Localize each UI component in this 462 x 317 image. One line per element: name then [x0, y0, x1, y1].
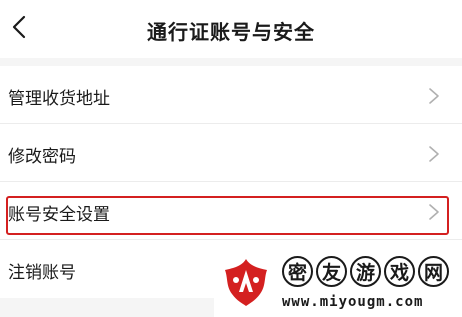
menu-item-address[interactable]: 管理收货地址	[0, 66, 462, 124]
menu-item-label: 修改密码	[8, 147, 76, 167]
watermark-logo-icon	[225, 259, 267, 306]
watermark-char: 游	[350, 256, 381, 287]
menu-item-change-password[interactable]: 修改密码	[0, 124, 462, 182]
watermark: 密 友 游 戏 网 www.miyougm.com	[214, 252, 462, 317]
watermark-char: 戏	[384, 256, 415, 287]
menu-item-label: 账号安全设置	[8, 205, 110, 225]
menu-item-account-security[interactable]: 账号安全设置	[0, 182, 462, 240]
chevron-right-icon	[429, 88, 439, 104]
watermark-url: www.miyougm.com	[282, 294, 424, 310]
chevron-right-icon	[429, 204, 439, 220]
menu-item-label: 管理收货地址	[8, 89, 110, 109]
watermark-site-name: 密 友 游 戏 网	[282, 256, 449, 287]
watermark-char: 友	[316, 256, 347, 287]
chevron-right-icon	[429, 146, 439, 162]
menu-item-label: 注销账号	[8, 263, 76, 283]
watermark-char: 网	[418, 256, 449, 287]
watermark-char: 密	[282, 256, 313, 287]
header-bar: 通行证账号与安全	[0, 0, 462, 58]
page-title: 通行证账号与安全	[147, 20, 315, 44]
